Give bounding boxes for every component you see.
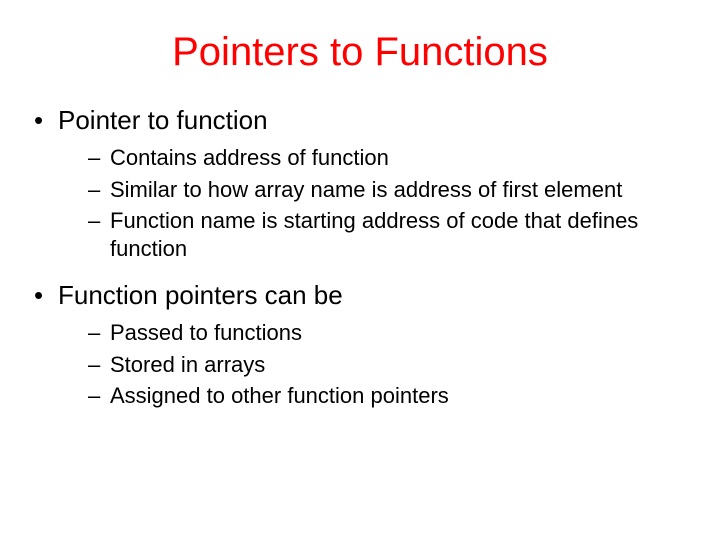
sub-item: Assigned to other function pointers xyxy=(88,382,690,410)
sub-item: Contains address of function xyxy=(88,144,690,172)
sub-item: Function name is starting address of cod… xyxy=(88,207,690,262)
sub-item: Passed to functions xyxy=(88,319,690,347)
section-heading: Pointer to function xyxy=(58,105,268,135)
section-heading: Function pointers can be xyxy=(58,280,343,310)
sub-list: Passed to functions Stored in arrays Ass… xyxy=(58,319,690,410)
list-item: Pointer to function Contains address of … xyxy=(30,105,690,262)
slide-title: Pointers to Functions xyxy=(30,30,690,75)
bullet-list: Pointer to function Contains address of … xyxy=(30,105,690,410)
list-item: Function pointers can be Passed to funct… xyxy=(30,280,690,410)
sub-list: Contains address of function Similar to … xyxy=(58,144,690,262)
sub-item: Stored in arrays xyxy=(88,351,690,379)
sub-item: Similar to how array name is address of … xyxy=(88,176,690,204)
slide-container: Pointers to Functions Pointer to functio… xyxy=(0,0,720,448)
